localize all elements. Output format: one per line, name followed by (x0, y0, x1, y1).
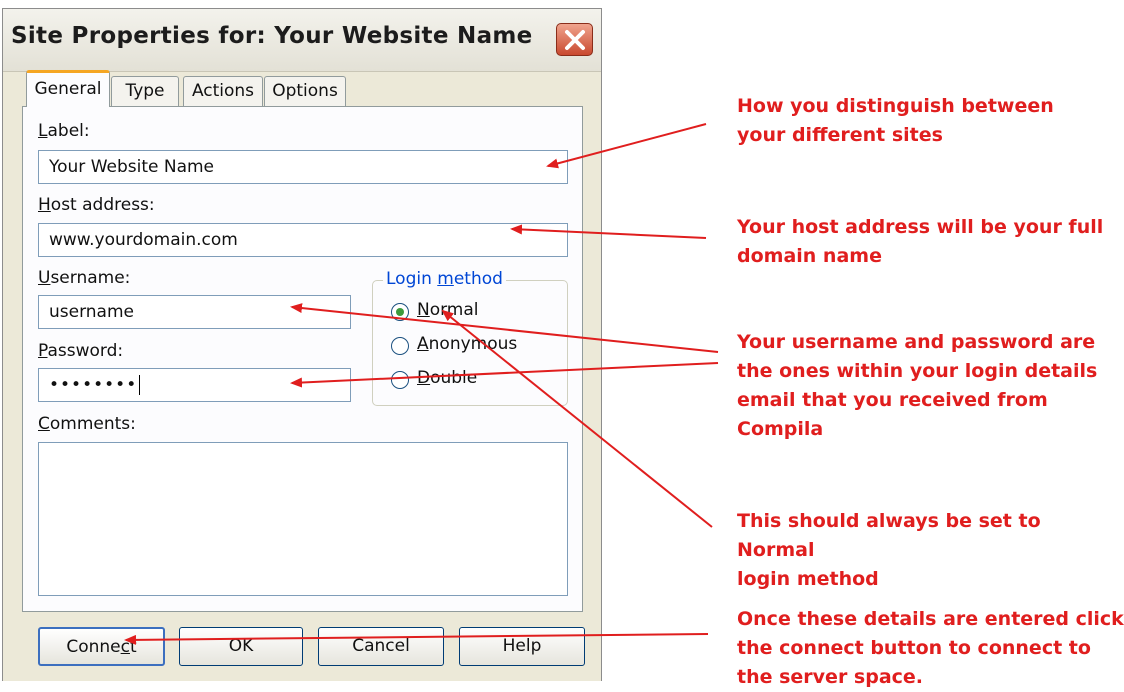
arrow-to-connect (124, 633, 709, 645)
tab-general[interactable]: General (26, 70, 110, 107)
annotation-arrows (124, 123, 719, 645)
arrow-to-normal (441, 309, 713, 528)
arrow-to-username (290, 303, 719, 353)
arrow-to-host (510, 224, 707, 239)
arrow-to-label (546, 123, 707, 169)
arrow-to-password (290, 362, 719, 388)
